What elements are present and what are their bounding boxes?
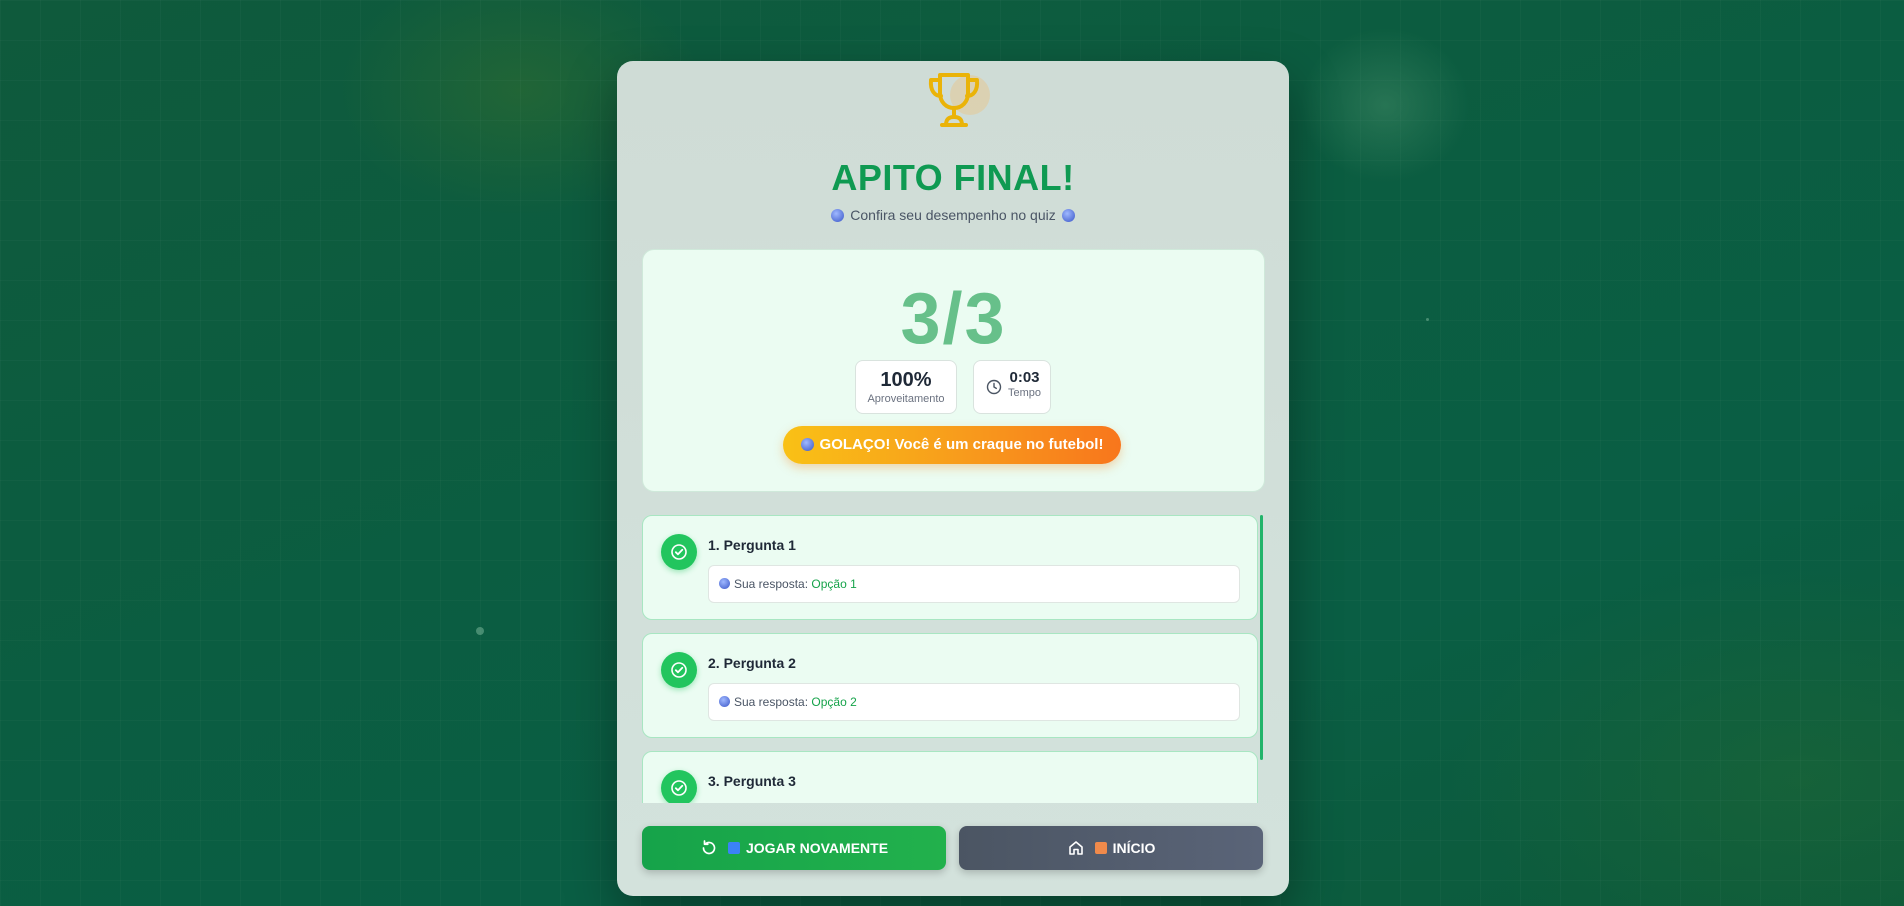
check-circle-icon [661, 534, 697, 570]
answer-value: Opção 2 [811, 695, 857, 709]
clock-icon [986, 379, 1002, 395]
page-subtitle: Confira seu desempenho no quiz [617, 207, 1289, 223]
results-card: APITO FINAL! Confira seu desempenho no q… [617, 61, 1289, 896]
answer-value: Opção 1 [811, 577, 857, 591]
list-item: 1. Pergunta 1 Sua resposta: Opção 1 [642, 515, 1258, 620]
refresh-icon [702, 840, 716, 855]
globe-icon [719, 578, 730, 589]
trophy-icon [922, 69, 990, 131]
home-icon [1068, 841, 1083, 855]
time-label: Tempo [1008, 387, 1042, 399]
time-stat: 0:03 Tempo [973, 360, 1051, 414]
time-value: 0:03 [1009, 369, 1040, 386]
check-circle-icon [661, 770, 697, 803]
house-emoji-icon [1094, 842, 1107, 854]
question-title: 2. Pergunta 2 [708, 655, 796, 671]
home-button[interactable]: INÍCIO [959, 826, 1263, 870]
question-title: 3. Pergunta 3 [708, 773, 796, 789]
result-message-badge: GOLAÇO! Você é um craque no futebol! [783, 426, 1121, 464]
play-again-button[interactable]: JOGAR NOVAMENTE [642, 826, 946, 870]
globe-icon [719, 696, 730, 707]
decor-dot [1426, 318, 1429, 321]
page-title: APITO FINAL! [831, 157, 1075, 198]
globe-icon [831, 209, 845, 222]
percentage-stat: 100% Aproveitamento [855, 360, 957, 414]
score-panel: 3/3 100% Aproveitamento 0:03 Tempo GOLAÇ… [642, 249, 1265, 492]
answers-list[interactable]: 1. Pergunta 1 Sua resposta: Opção 1 2. P… [642, 513, 1263, 803]
globe-icon [1061, 209, 1075, 222]
decor-dot [476, 627, 484, 635]
answer-box: Sua resposta: Opção 1 [708, 565, 1240, 603]
answer-box: Sua resposta: Opção 2 [708, 683, 1240, 721]
percentage-value: 100% [880, 369, 932, 391]
score-value: 3/3 [900, 279, 1007, 359]
question-title: 1. Pergunta 1 [708, 537, 796, 553]
check-circle-icon [661, 652, 697, 688]
list-item: 3. Pergunta 3 [642, 751, 1258, 803]
globe-icon [800, 438, 814, 451]
repeat-emoji-icon [727, 842, 740, 854]
percentage-label: Aproveitamento [867, 393, 945, 405]
list-item: 2. Pergunta 2 Sua resposta: Opção 2 [642, 633, 1258, 738]
scrollbar[interactable] [1260, 515, 1263, 760]
